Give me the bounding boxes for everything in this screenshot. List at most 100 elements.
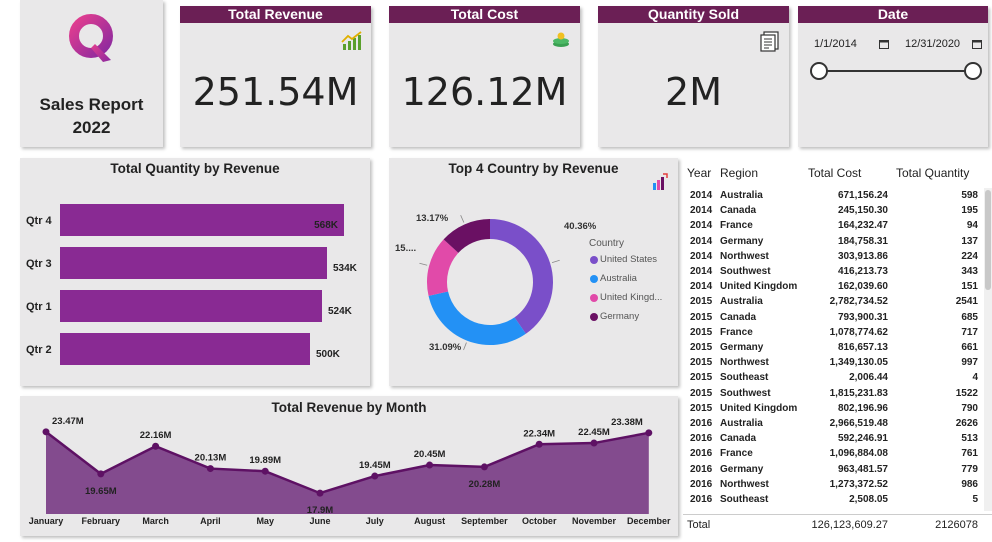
data-label: 20.45M	[414, 449, 446, 460]
data-point	[371, 472, 379, 480]
cell-region: Australia	[720, 190, 763, 201]
slice-label: 15....	[395, 243, 416, 254]
cell-quantity: 598	[961, 190, 978, 201]
cell-year: 2016	[690, 418, 713, 429]
table-row[interactable]: 2015 Northwest 1,349,130.05 997	[683, 355, 992, 370]
cell-year: 2014	[690, 250, 713, 262]
table-row[interactable]: 2015 France 1,078,774.62 717	[683, 325, 992, 340]
table-row[interactable]: 2015 Southwest 1,815,231.83 1522	[683, 386, 992, 401]
cell-quantity: 2541	[955, 296, 978, 308]
cell-year: 2016	[690, 463, 713, 475]
bar	[60, 204, 344, 236]
date-slider-track[interactable]	[818, 70, 974, 72]
donut-slice	[490, 219, 553, 334]
data-label: 534K	[333, 263, 358, 274]
category-label: Qtr 3	[26, 258, 52, 270]
table-body: 2014 Australia 671,156.24 598 2014 Canada 245,…	[683, 188, 992, 511]
kpi-label: Quantity Sold	[598, 6, 789, 23]
sales-table: Year Region Total Cost Total Quantity 20…	[683, 158, 992, 542]
cell-quantity: 790	[961, 402, 978, 414]
cell-year: 2016	[690, 494, 713, 505]
kpi-label: Total Cost	[389, 6, 580, 23]
table-row[interactable]: 2015 Australia 2,782,734.52 2541	[683, 294, 992, 309]
table-row[interactable]: 2016 Canada 592,246.91 513	[683, 431, 992, 446]
cell-year: 2014	[690, 220, 713, 232]
start-date-field[interactable]: 1/1/2014	[814, 38, 857, 50]
cell-quantity: 1522	[955, 387, 978, 399]
cell-cost: 1,096,884.08	[829, 448, 888, 460]
cell-cost: 1,078,774.62	[829, 326, 888, 338]
cell-region: Canada	[720, 205, 757, 217]
total-label: Total	[687, 519, 711, 531]
table-row[interactable]: 2015 United Kingdom 802,196.96 790	[683, 401, 992, 416]
col-total-quantity[interactable]: Total Quantity	[896, 166, 969, 180]
table-row[interactable]: 2016 Germany 963,481.57 779	[683, 462, 992, 477]
end-date-field[interactable]: 12/31/2020	[905, 38, 960, 50]
cell-year: 2016	[690, 478, 713, 490]
legend-dot	[590, 275, 598, 283]
cell-region: Australia	[720, 418, 763, 429]
table-row[interactable]: 2016 Australia 2,966,519.48 2626	[683, 416, 992, 431]
month-label: September	[461, 516, 508, 526]
cell-year: 2015	[690, 387, 713, 399]
date-slider-start-handle[interactable]	[810, 62, 828, 80]
month-label: May	[256, 516, 274, 526]
cell-region: Northwest	[720, 357, 769, 369]
calendar-icon[interactable]	[879, 39, 889, 49]
legend-item[interactable]: Australia	[600, 273, 637, 284]
table-row[interactable]: 2015 Germany 816,657.13 661	[683, 340, 992, 355]
legend-title: Country	[589, 238, 625, 249]
legend-item[interactable]: United States	[600, 254, 657, 265]
slice-label: 13.17%	[416, 213, 449, 224]
month-label: October	[522, 516, 557, 526]
table-row[interactable]: 2015 Canada 793,900.31 685	[683, 310, 992, 325]
table-row[interactable]: 2014 Northwest 303,913.86 224	[683, 249, 992, 264]
end-date-value: 12/31/2020	[905, 38, 961, 50]
cell-cost: 1,349,130.05	[829, 357, 888, 369]
cell-region: Southeast	[720, 372, 769, 384]
cell-year: 2015	[690, 342, 713, 353]
cell-cost: 184,758.31	[837, 235, 888, 247]
table-row[interactable]: 2014 Southwest 416,213.73 343	[683, 264, 992, 279]
col-region[interactable]: Region	[720, 166, 758, 180]
cell-region: Canada	[720, 433, 757, 445]
data-label: 17.9M	[307, 505, 333, 516]
cell-year: 2014	[690, 205, 713, 217]
col-total-cost[interactable]: Total Cost	[808, 166, 861, 180]
cell-cost: 1,273,372.52	[829, 478, 888, 490]
table-row[interactable]: 2014 Germany 184,758.31 137	[683, 234, 992, 249]
table-row[interactable]: 2016 Southeast 2,508.05 5	[683, 492, 992, 507]
cell-cost: 303,913.86	[837, 250, 888, 262]
cell-year: 2015	[690, 357, 713, 369]
total-quantity: 2126078	[935, 519, 978, 531]
date-slider-end-handle[interactable]	[964, 62, 982, 80]
cell-cost: 2,006.44	[849, 372, 888, 384]
legend-item[interactable]: United Kingd...	[600, 292, 662, 303]
cell-year: 2014	[690, 235, 713, 247]
donut-slice	[428, 291, 526, 345]
report-title-line2: 2022	[72, 118, 111, 137]
table-row[interactable]: 2016 Northwest 1,273,372.52 986	[683, 477, 992, 492]
bar-chart-svg: Qtr 4 568K Qtr 3 534K Qtr 1 524K Qtr 2 500K	[26, 204, 358, 365]
table-header: Year Region Total Cost Total Quantity	[683, 158, 992, 185]
month-label: February	[82, 516, 121, 526]
cell-cost: 2,508.05	[849, 494, 888, 505]
table-row[interactable]: 2015 Southeast 2,006.44 4	[683, 370, 992, 385]
table-row[interactable]: 2016 France 1,096,884.08 761	[683, 446, 992, 461]
category-label: Qtr 4	[26, 215, 53, 227]
table-row[interactable]: 2014 Canada 245,150.30 195	[683, 203, 992, 218]
table-row[interactable]: 2014 Australia 671,156.24 598	[683, 188, 992, 203]
legend-item[interactable]: Germany	[600, 311, 639, 322]
cell-quantity: 513	[961, 433, 978, 445]
scrollbar-thumb[interactable]	[985, 190, 991, 290]
month-label: March	[142, 516, 169, 526]
cell-region: Northwest	[720, 250, 769, 262]
cell-year: 2015	[690, 311, 713, 323]
table-row[interactable]: 2014 United Kingdom 162,039.60 151	[683, 279, 992, 294]
date-label: Date	[798, 6, 988, 23]
calendar-icon[interactable]	[972, 39, 982, 49]
data-label: 19.45M	[359, 460, 391, 471]
col-year[interactable]: Year	[687, 166, 711, 180]
table-row[interactable]: 2014 France 164,232.47 94	[683, 218, 992, 233]
bar	[60, 290, 322, 322]
